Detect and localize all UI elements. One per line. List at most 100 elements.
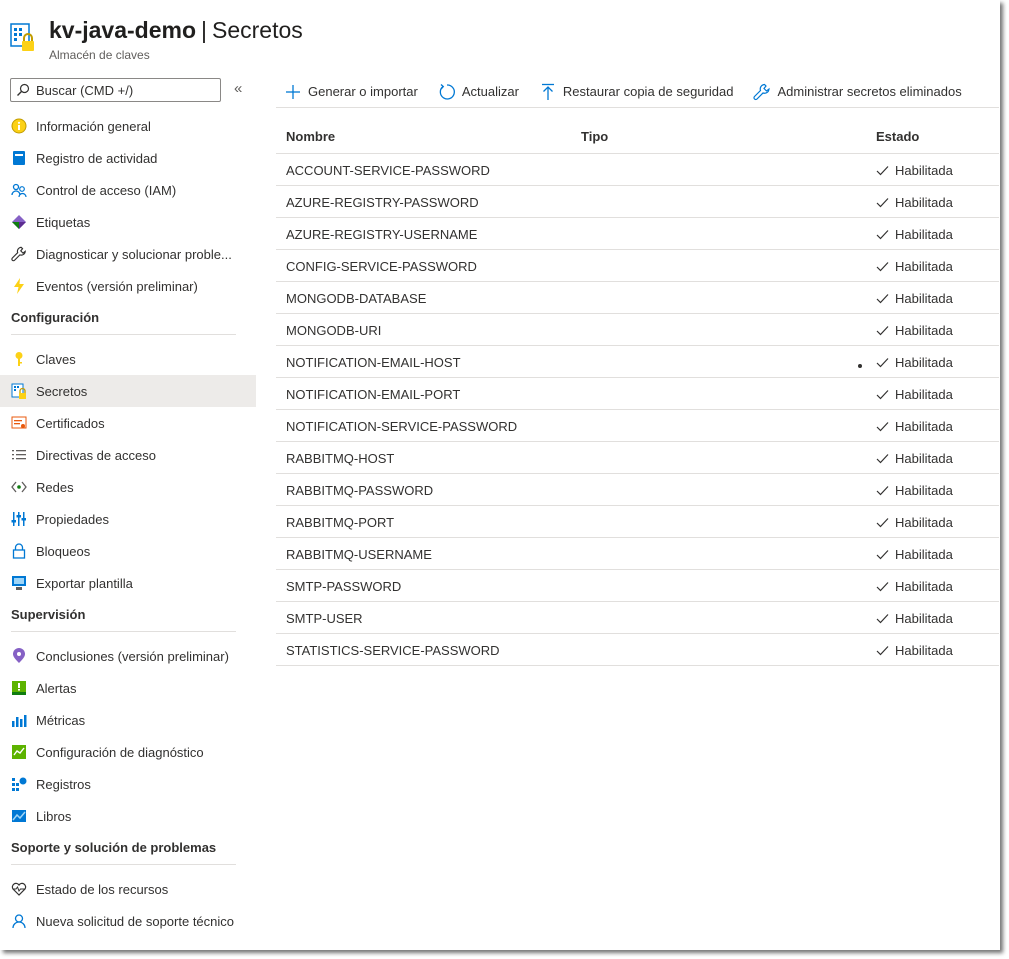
sidebar-item[interactable]: Propiedades: [0, 503, 256, 535]
sidebar-item-label: Métricas: [36, 712, 86, 728]
sidebar-item[interactable]: Exportar plantilla: [0, 567, 256, 599]
status-label: Habilitada: [895, 547, 953, 562]
sidebar-search[interactable]: [10, 78, 221, 102]
column-header-name[interactable]: Nombre: [286, 129, 335, 144]
table-row[interactable]: NOTIFICATION-SERVICE-PASSWORD Habilitada: [276, 410, 999, 442]
tag-icon: [11, 214, 27, 230]
generate-import-button[interactable]: Generar o importar: [284, 83, 418, 101]
secret-name-cell[interactable]: RABBITMQ-USERNAME: [286, 547, 432, 562]
collapse-sidebar-icon[interactable]: «: [234, 80, 242, 97]
search-input[interactable]: [36, 82, 206, 98]
sidebar-item[interactable]: Etiquetas: [0, 206, 256, 238]
table-row[interactable]: RABBITMQ-PORT Habilitada: [276, 506, 999, 538]
sidebar-item[interactable]: Configuración de diagnóstico: [0, 736, 256, 768]
checkmark-icon: [876, 292, 889, 305]
status-cell: Habilitada: [876, 483, 953, 498]
sidebar-item[interactable]: Nueva solicitud de soporte técnico: [0, 905, 256, 937]
page-name: Secretos: [212, 17, 303, 43]
sidebar-item[interactable]: Registros: [0, 768, 256, 800]
secret-name-cell[interactable]: NOTIFICATION-EMAIL-HOST: [286, 355, 461, 370]
table-row[interactable]: RABBITMQ-USERNAME Habilitada: [276, 538, 999, 570]
properties-icon: [11, 511, 27, 527]
status-cell: Habilitada: [876, 387, 953, 402]
sidebar-item[interactable]: Claves: [0, 343, 256, 375]
status-label: Habilitada: [895, 259, 953, 274]
list-icon: [11, 447, 27, 463]
secret-name-cell[interactable]: CONFIG-SERVICE-PASSWORD: [286, 259, 477, 274]
table-row[interactable]: STATISTICS-SERVICE-PASSWORD Habilitada: [276, 634, 999, 666]
secret-icon: [11, 383, 27, 399]
secret-name-cell[interactable]: SMTP-USER: [286, 611, 363, 626]
status-label: Habilitada: [895, 515, 953, 530]
table-row[interactable]: NOTIFICATION-EMAIL-HOST Habilitada: [276, 346, 999, 378]
resource-type-subtitle: Almacén de claves: [49, 48, 150, 62]
sidebar-item[interactable]: Bloqueos: [0, 535, 256, 567]
certificate-icon: [11, 415, 27, 431]
secret-name-cell[interactable]: MONGODB-DATABASE: [286, 291, 426, 306]
sidebar-item[interactable]: Libros: [0, 800, 256, 832]
secret-name-cell[interactable]: SMTP-PASSWORD: [286, 579, 401, 594]
sidebar-section-title: Supervisión: [11, 607, 236, 632]
sidebar-item[interactable]: Alertas: [0, 672, 256, 704]
secret-name-cell[interactable]: AZURE-REGISTRY-PASSWORD: [286, 195, 479, 210]
alerts-icon: [11, 680, 27, 696]
sidebar-item-label: Libros: [36, 808, 72, 824]
table-row[interactable]: SMTP-PASSWORD Habilitada: [276, 570, 999, 602]
secret-name-cell[interactable]: RABBITMQ-PASSWORD: [286, 483, 433, 498]
status-cell: Habilitada: [876, 419, 953, 434]
column-header-type[interactable]: Tipo: [581, 129, 608, 144]
sidebar-item-label: Registro de actividad: [36, 150, 158, 166]
checkmark-icon: [876, 580, 889, 593]
sidebar-item[interactable]: Redes: [0, 471, 256, 503]
table-row[interactable]: RABBITMQ-HOST Habilitada: [276, 442, 999, 474]
status-label: Habilitada: [895, 451, 953, 466]
sidebar-item[interactable]: Control de acceso (IAM): [0, 174, 256, 206]
table-row[interactable]: MONGODB-URI Habilitada: [276, 314, 999, 346]
sidebar-item-label: Propiedades: [36, 511, 109, 527]
table-row[interactable]: CONFIG-SERVICE-PASSWORD Habilitada: [276, 250, 999, 282]
sidebar-item-label: Claves: [36, 351, 76, 367]
sidebar-item[interactable]: Registro de actividad: [0, 142, 256, 174]
status-label: Habilitada: [895, 355, 953, 370]
sidebar-item[interactable]: Certificados: [0, 407, 256, 439]
secret-name-cell[interactable]: AZURE-REGISTRY-USERNAME: [286, 227, 477, 242]
table-row[interactable]: RABBITMQ-PASSWORD Habilitada: [276, 474, 999, 506]
sidebar-item-label: Nueva solicitud de soporte técnico: [36, 913, 235, 929]
sidebar-item[interactable]: Estado de los recursos: [0, 873, 256, 905]
secret-name-cell[interactable]: STATISTICS-SERVICE-PASSWORD: [286, 643, 500, 658]
checkmark-icon: [876, 420, 889, 433]
sidebar-item[interactable]: Información general: [0, 110, 256, 142]
upload-icon: [539, 83, 557, 101]
sidebar-item[interactable]: Métricas: [0, 704, 256, 736]
refresh-button[interactable]: Actualizar: [438, 83, 519, 101]
table-row[interactable]: MONGODB-DATABASE Habilitada: [276, 282, 999, 314]
status-cell: Habilitada: [876, 355, 953, 370]
secret-name-cell[interactable]: MONGODB-URI: [286, 323, 381, 338]
sidebar-item[interactable]: Directivas de acceso: [0, 439, 256, 471]
manage-deleted-secrets-button[interactable]: Administrar secretos eliminados: [753, 83, 962, 101]
sidebar-item[interactable]: Eventos (versión preliminar): [0, 270, 256, 302]
sidebar-item-label: Configuración de diagnóstico: [36, 744, 204, 760]
secret-name-cell[interactable]: RABBITMQ-HOST: [286, 451, 394, 466]
secret-name-cell[interactable]: NOTIFICATION-EMAIL-PORT: [286, 387, 460, 402]
sidebar-item[interactable]: Diagnosticar y solucionar proble...: [0, 238, 256, 270]
status-cell: Habilitada: [876, 451, 953, 466]
workbooks-icon: [11, 808, 27, 824]
secret-name-cell[interactable]: ACCOUNT-SERVICE-PASSWORD: [286, 163, 490, 178]
restore-backup-button[interactable]: Restaurar copia de seguridad: [539, 83, 733, 101]
table-row[interactable]: ACCOUNT-SERVICE-PASSWORD Habilitada: [276, 154, 999, 186]
table-row[interactable]: AZURE-REGISTRY-PASSWORD Habilitada: [276, 186, 999, 218]
secret-name-cell[interactable]: RABBITMQ-PORT: [286, 515, 394, 530]
secret-name-cell[interactable]: NOTIFICATION-SERVICE-PASSWORD: [286, 419, 517, 434]
sidebar-item[interactable]: Conclusiones (versión preliminar): [0, 640, 256, 672]
command-bar: Generar o importar Actualizar Restaurar …: [276, 76, 999, 108]
checkmark-icon: [876, 644, 889, 657]
table-row[interactable]: AZURE-REGISTRY-USERNAME Habilitada: [276, 218, 999, 250]
table-row[interactable]: SMTP-USER Habilitada: [276, 602, 999, 634]
column-header-status[interactable]: Estado: [876, 129, 919, 144]
checkmark-icon: [876, 452, 889, 465]
more-actions-dot[interactable]: [858, 364, 862, 368]
sidebar-item[interactable]: Secretos: [0, 375, 256, 407]
lock-icon: [11, 543, 27, 559]
table-row[interactable]: NOTIFICATION-EMAIL-PORT Habilitada: [276, 378, 999, 410]
